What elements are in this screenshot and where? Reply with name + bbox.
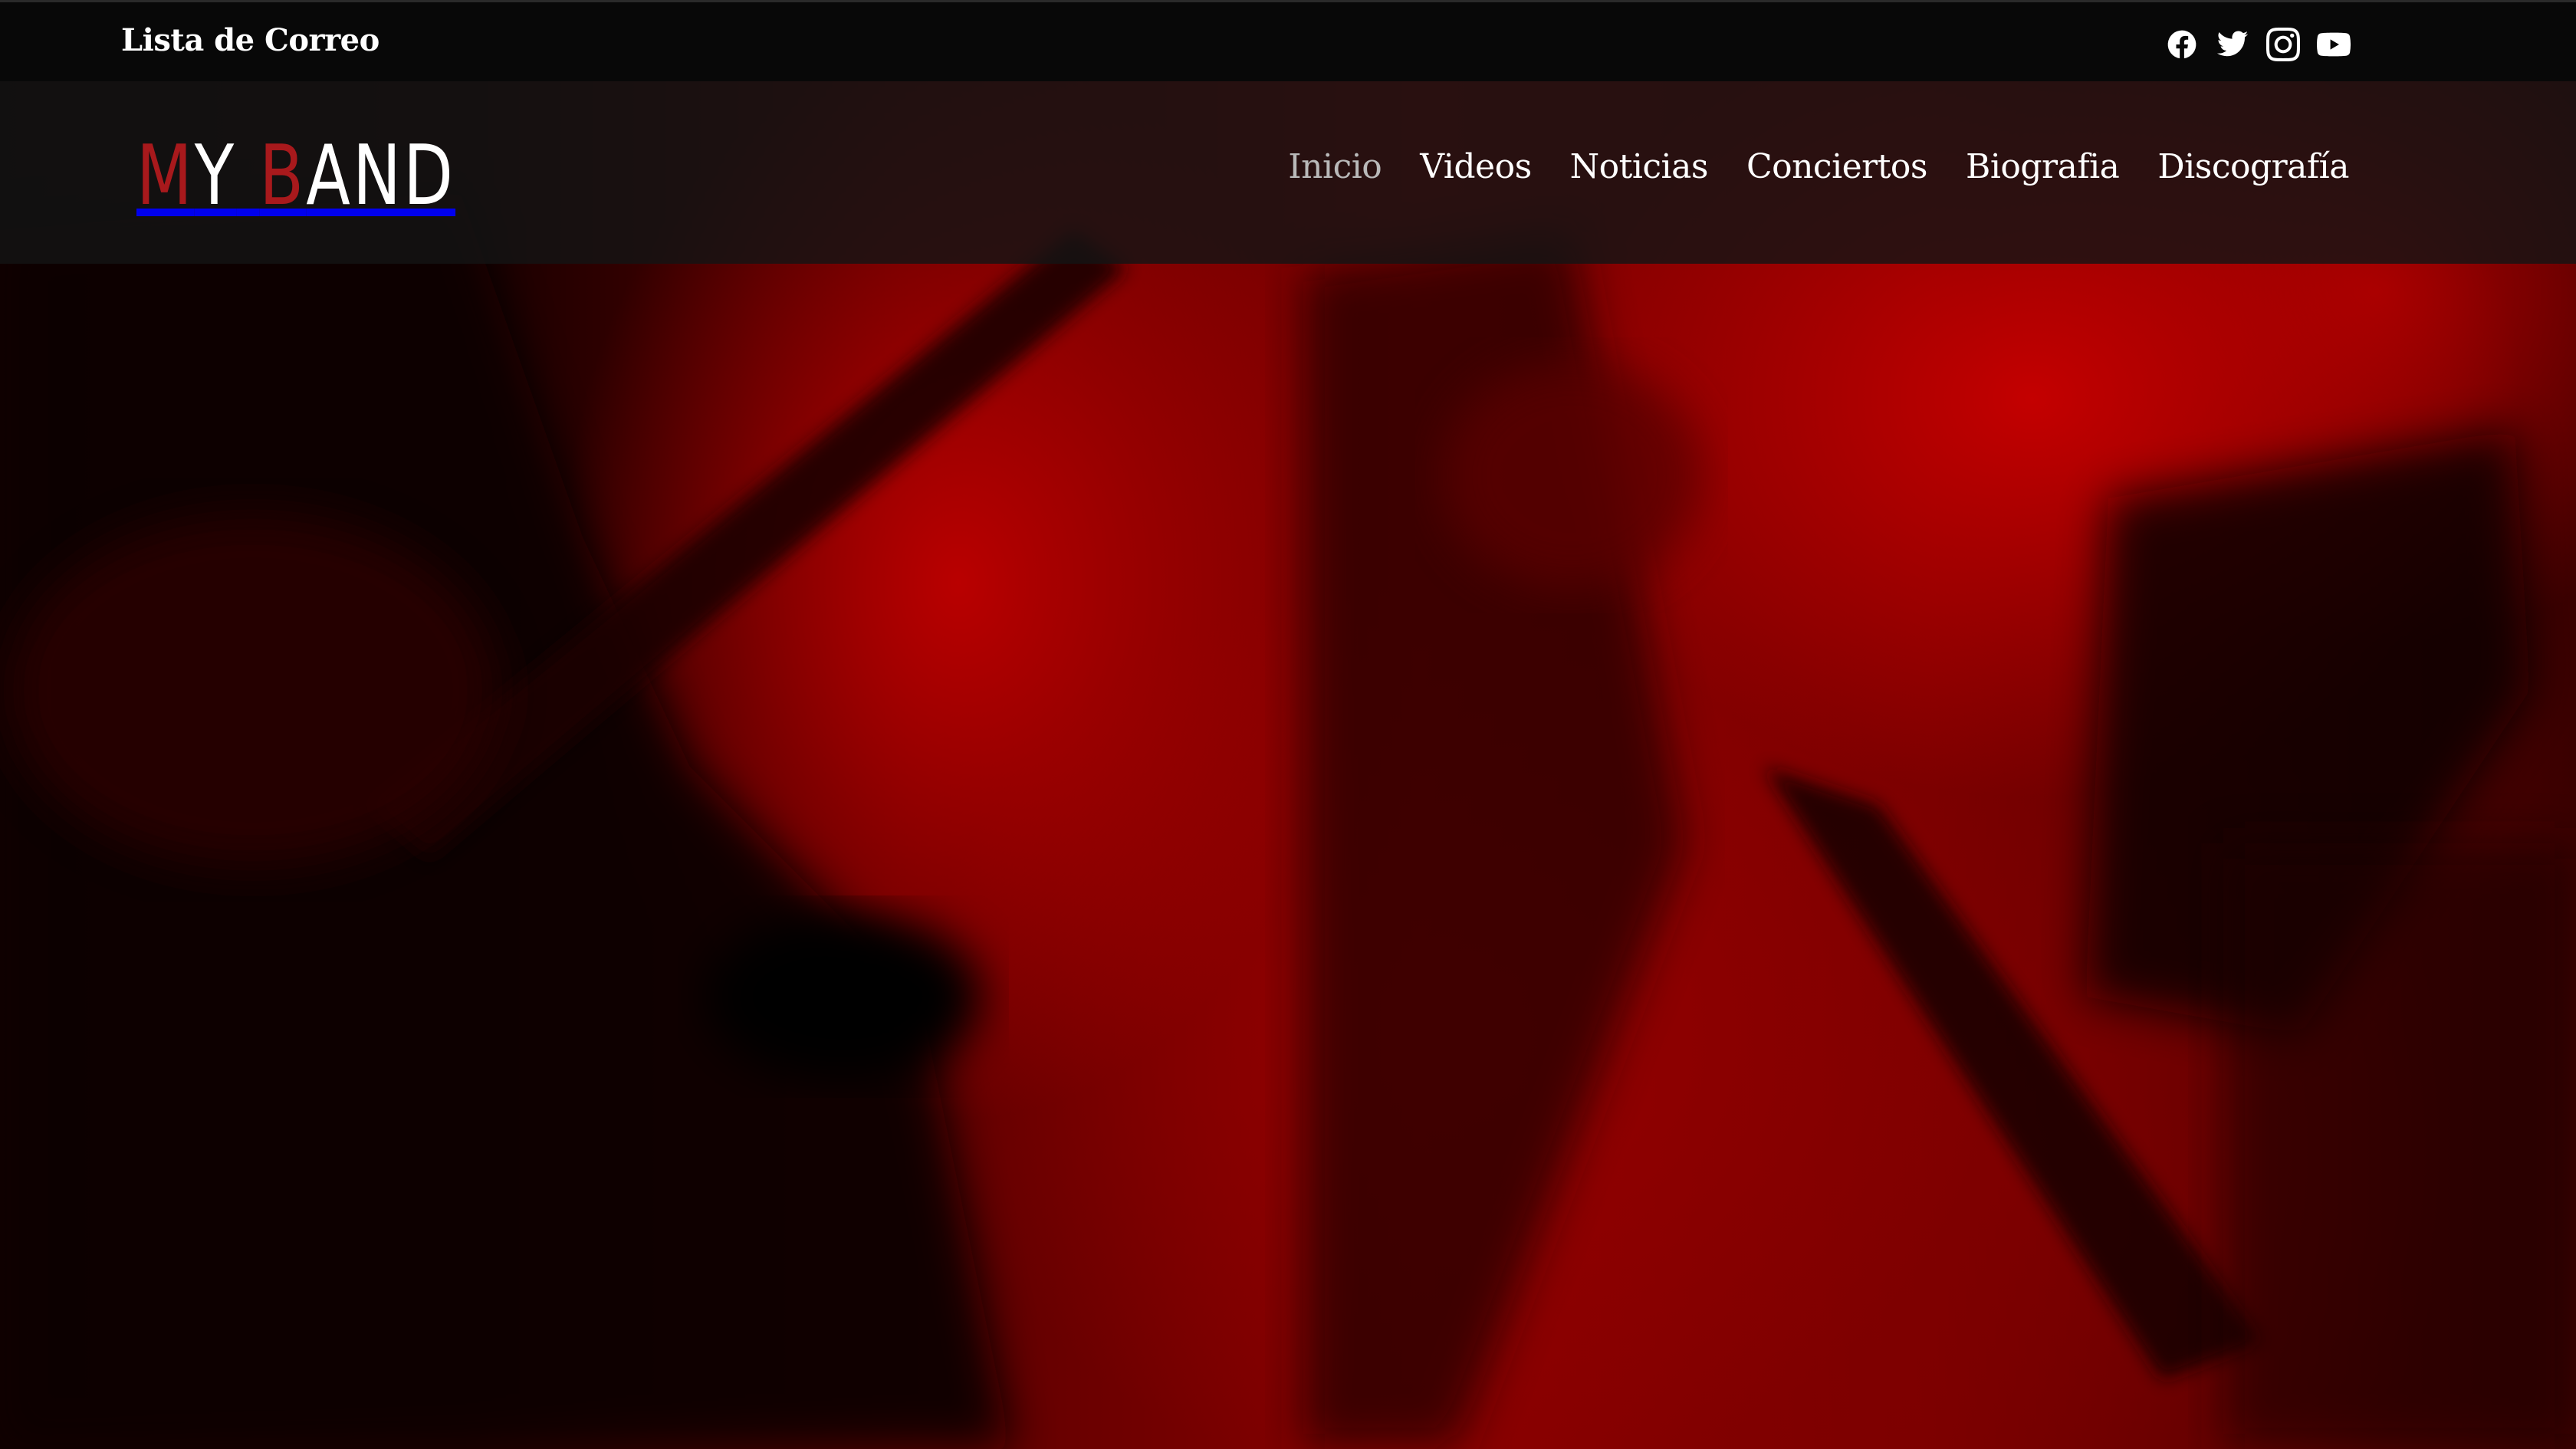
- nav-item-conciertos[interactable]: Conciertos: [1746, 147, 1928, 186]
- logo-letter-m: M: [136, 128, 195, 224]
- instagram-icon: [2266, 28, 2300, 61]
- nav-item-biografia[interactable]: Biografia: [1966, 147, 2120, 186]
- page: Lista de Correo MY BAND Inicio Videos No…: [0, 0, 2576, 1449]
- twitter-link[interactable]: [2216, 28, 2249, 61]
- twitter-icon: [2216, 31, 2249, 57]
- social-links: [2165, 28, 2351, 61]
- main-header: MY BAND Inicio Videos Noticias Concierto…: [0, 81, 2576, 264]
- logo-letter-b: B: [259, 128, 307, 224]
- logo-letters-and: AND: [306, 128, 456, 224]
- youtube-link[interactable]: [2316, 28, 2351, 61]
- facebook-icon: [2167, 30, 2196, 59]
- youtube-icon: [2316, 32, 2351, 57]
- main-navigation: Inicio Videos Noticias Conciertos Biogra…: [1288, 147, 2349, 186]
- nav-item-videos[interactable]: Videos: [1420, 147, 1532, 186]
- band-logo[interactable]: MY BAND: [136, 135, 455, 218]
- instagram-link[interactable]: [2266, 28, 2300, 61]
- facebook-link[interactable]: [2165, 28, 2199, 61]
- mailing-list-link[interactable]: Lista de Correo: [121, 22, 380, 58]
- nav-item-inicio[interactable]: Inicio: [1288, 147, 1382, 186]
- nav-item-discografia[interactable]: Discografía: [2157, 147, 2349, 186]
- logo-letter-y: Y: [194, 128, 237, 224]
- nav-item-noticias[interactable]: Noticias: [1570, 147, 1709, 186]
- top-utility-bar: Lista de Correo: [0, 0, 2576, 81]
